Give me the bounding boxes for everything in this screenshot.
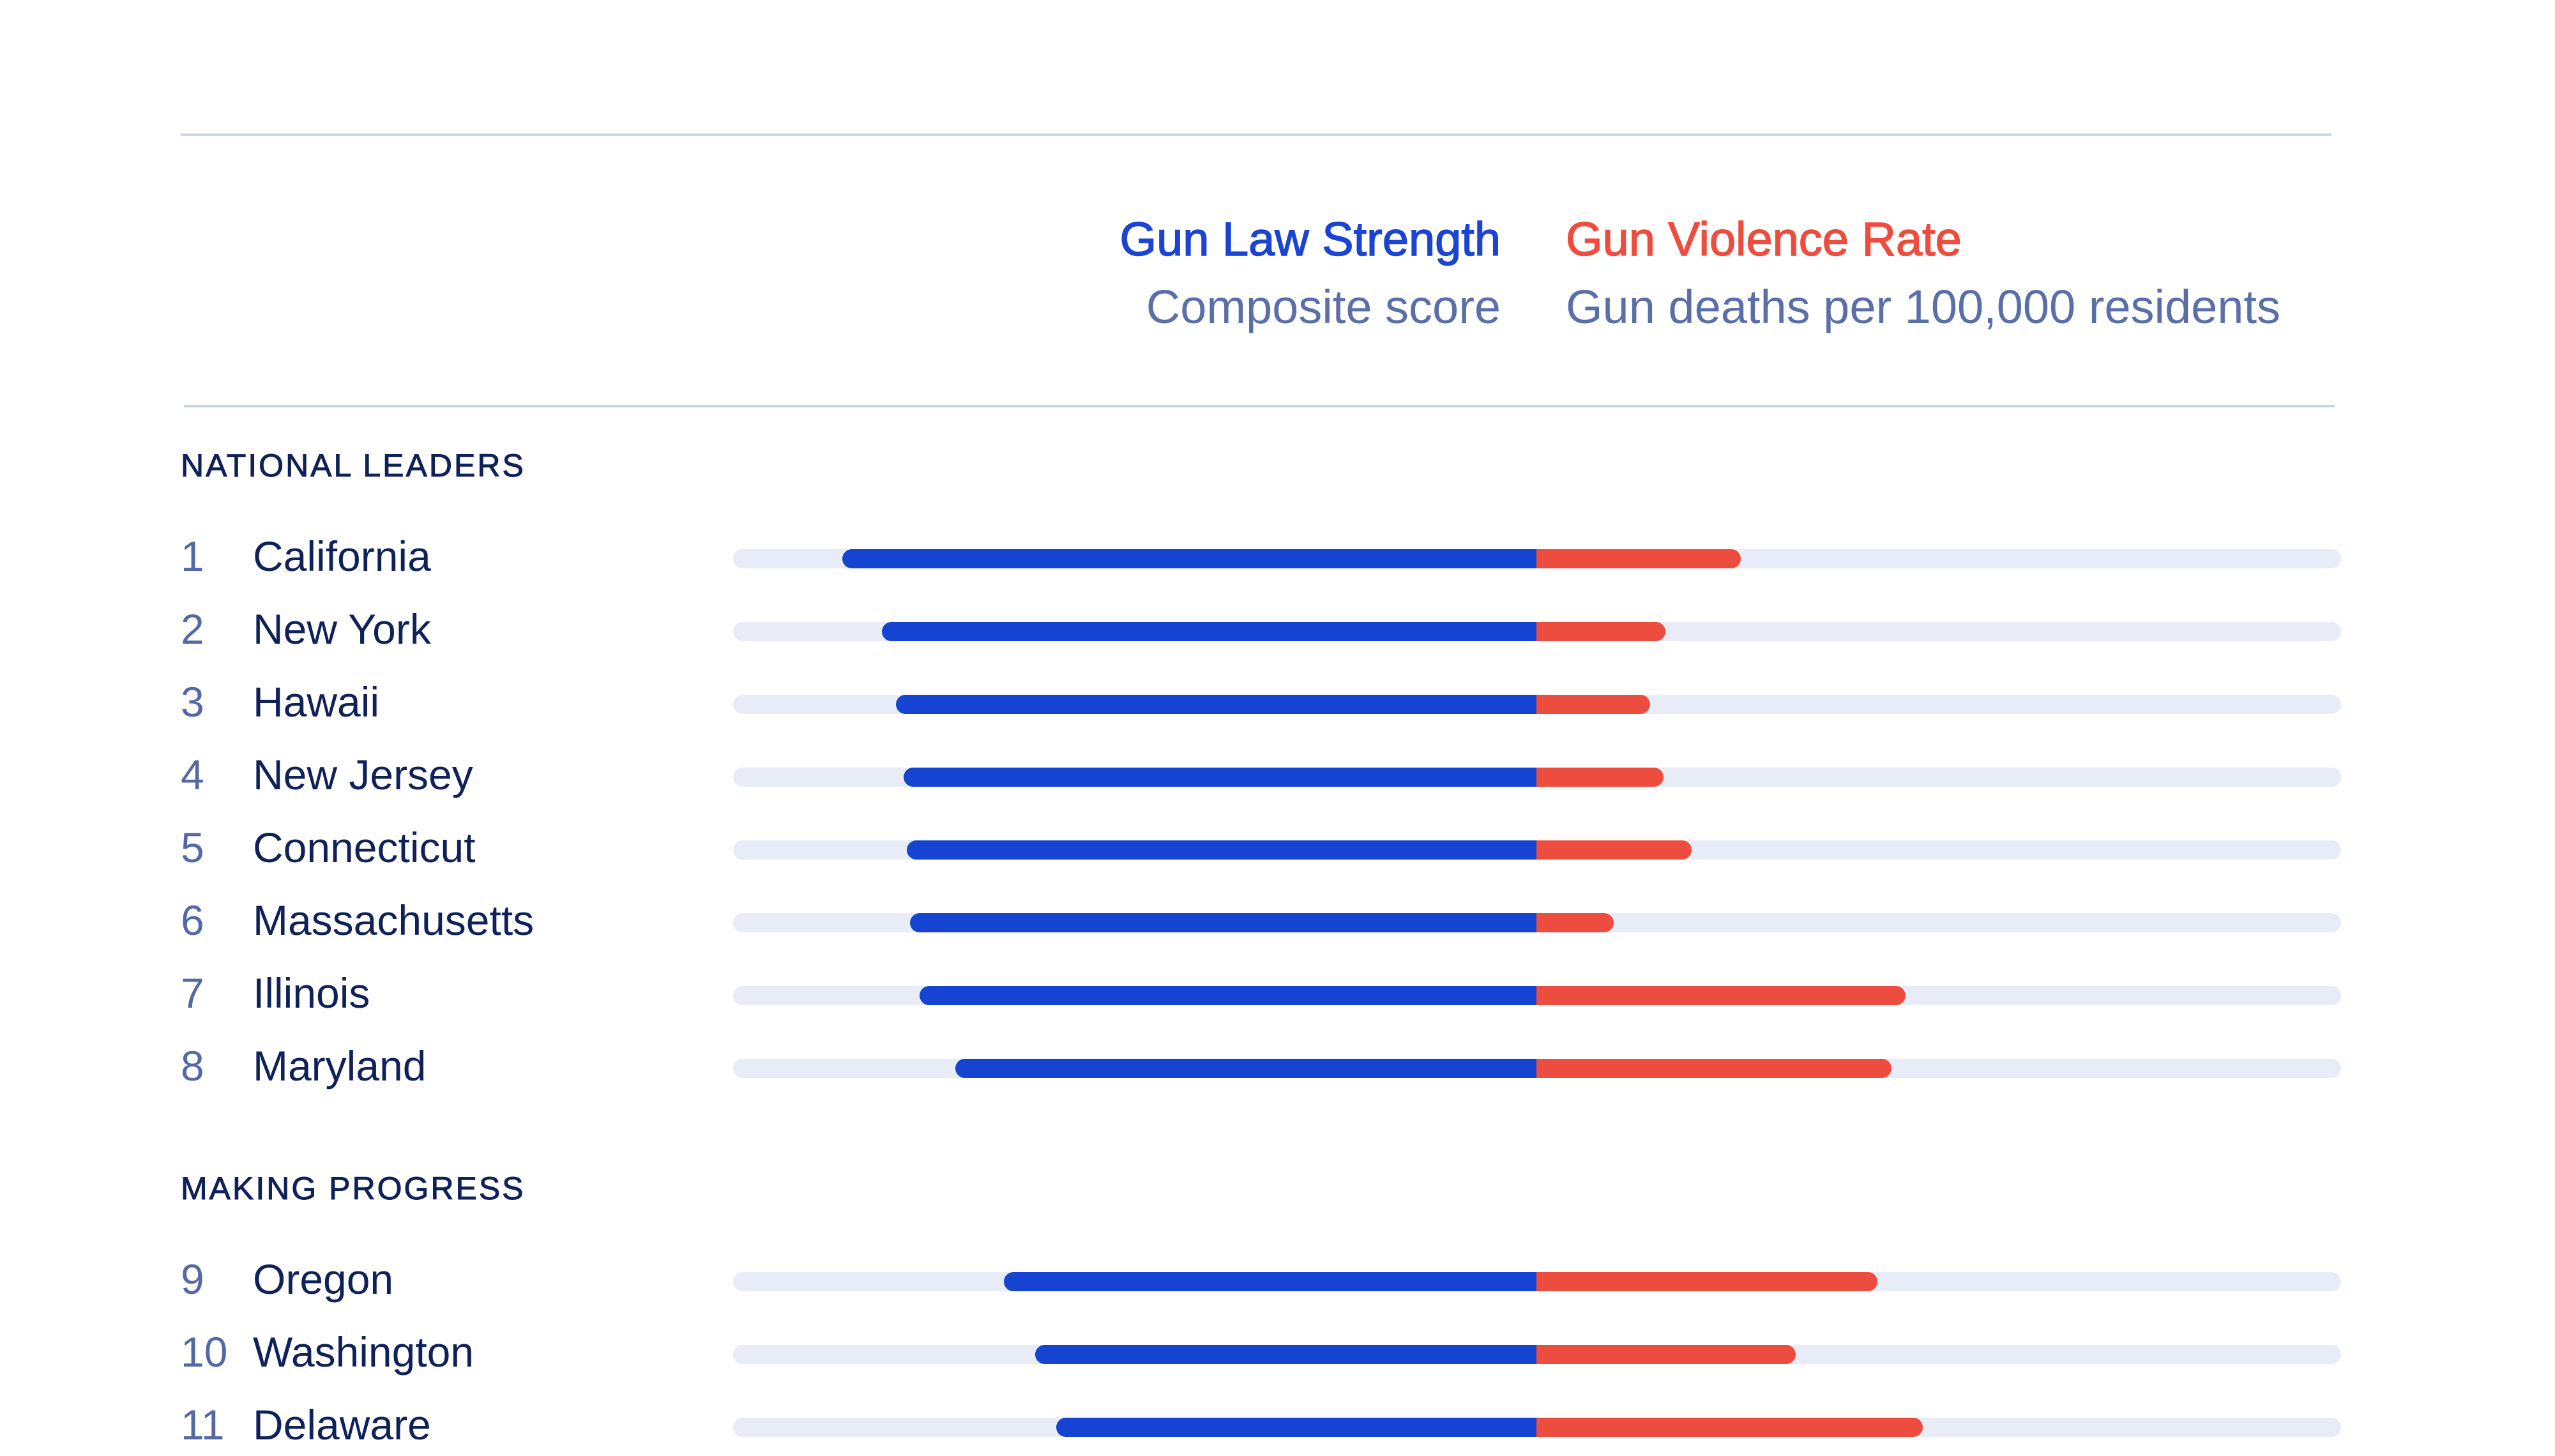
gun-law-strength-bar — [906, 840, 1536, 860]
gun-violence-rate-bar — [1536, 549, 1741, 568]
rank-label: 11 — [181, 1401, 225, 1448]
gun-violence-rate-bar — [1536, 1418, 1923, 1437]
rank-label: 7 — [181, 969, 204, 1017]
chart-row: 4 New Jersey — [0, 742, 2555, 806]
rank-label: 8 — [181, 1042, 204, 1089]
chart-row: 8 Maryland — [0, 1033, 2555, 1097]
legend-gun-violence-rate-subtitle: Gun deaths per 100,000 residents — [1566, 280, 2280, 333]
gun-law-strength-bar — [896, 695, 1536, 714]
gun-law-strength-bar — [909, 913, 1536, 932]
chart-row: 10 Washington — [0, 1319, 2555, 1383]
state-label: Massachusetts — [253, 897, 535, 944]
gun-violence-rate-bar — [1536, 840, 1692, 860]
state-label: Oregon — [253, 1255, 394, 1303]
state-label: Illinois — [253, 969, 370, 1017]
gun-law-strength-bar — [1035, 1345, 1536, 1364]
rank-label: 9 — [181, 1255, 204, 1303]
state-label: Washington — [253, 1328, 474, 1376]
gun-violence-rate-bar — [1536, 768, 1664, 787]
state-label: Connecticut — [253, 824, 476, 871]
gun-law-strength-bar — [919, 986, 1536, 1005]
state-label: Delaware — [253, 1401, 431, 1448]
chart-row: 9 Oregon — [0, 1247, 2555, 1310]
rank-label: 5 — [181, 824, 204, 871]
chart-row: 3 Hawaii — [0, 669, 2555, 733]
legend-gun-law-strength-title: Gun Law Strength — [1119, 213, 1501, 266]
state-label: California — [253, 533, 431, 580]
gun-law-strength-bar — [1056, 1418, 1536, 1437]
rank-label: 2 — [181, 605, 204, 653]
group-label: MAKING PROGRESS — [181, 1171, 526, 1207]
rank-label: 1 — [181, 533, 204, 580]
chart-row: 2 New York — [0, 596, 2555, 660]
rank-label: 6 — [181, 897, 204, 944]
legend-gun-violence-rate-title: Gun Violence Rate — [1565, 213, 1962, 266]
state-label: Hawaii — [253, 678, 380, 725]
gun-violence-rate-bar — [1536, 1345, 1796, 1364]
chart-row: 7 Illinois — [0, 960, 2555, 1024]
gun-law-strength-bar — [1003, 1272, 1536, 1291]
gun-law-strength-bar — [842, 549, 1536, 568]
rank-label: 10 — [181, 1328, 228, 1376]
rank-label: 4 — [181, 751, 204, 798]
gun-violence-rate-bar — [1536, 622, 1665, 641]
gun-law-strength-bar — [955, 1059, 1536, 1078]
top-divider — [181, 133, 2331, 136]
gun-violence-rate-bar — [1536, 913, 1614, 932]
chart-row: 5 Connecticut — [0, 815, 2555, 879]
state-label: New York — [253, 605, 431, 653]
gun-violence-rate-bar — [1536, 695, 1650, 714]
rank-label: 3 — [181, 678, 204, 725]
gun-violence-rate-bar — [1536, 986, 1906, 1005]
state-label: Maryland — [253, 1042, 427, 1089]
chart-row: 1 California — [0, 524, 2555, 588]
gun-violence-rate-bar — [1536, 1272, 1878, 1291]
group-label: NATIONAL LEADERS — [181, 448, 526, 484]
legend-gun-law-strength-subtitle: Composite score — [1146, 280, 1501, 333]
gun-law-strength-bar — [903, 768, 1536, 787]
gun-law-strength-bar — [881, 622, 1536, 641]
gun-violence-rate-bar — [1536, 1059, 1892, 1078]
chart-row: 11 Delaware — [0, 1392, 2555, 1456]
header-divider — [184, 405, 2335, 407]
chart-row: 6 Massachusetts — [0, 888, 2555, 952]
state-label: New Jersey — [253, 751, 473, 798]
